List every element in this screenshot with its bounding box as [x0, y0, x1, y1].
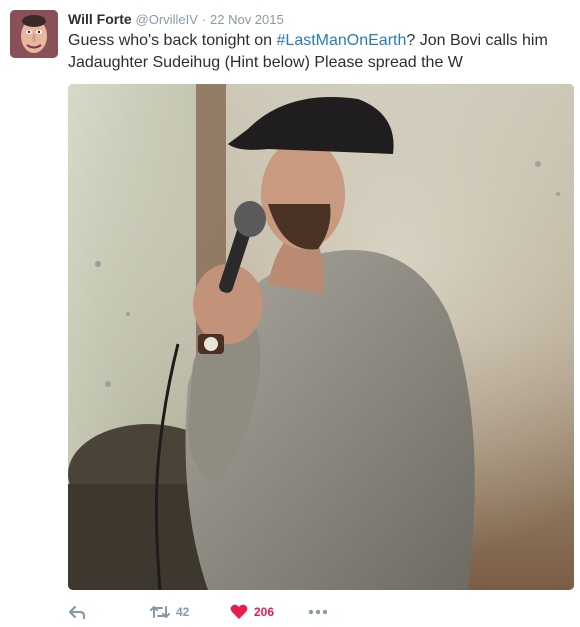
profile-avatar[interactable] [10, 10, 58, 58]
reply-icon [68, 605, 86, 620]
avatar-face-icon [10, 10, 58, 58]
like-count: 206 [254, 605, 275, 619]
like-button[interactable]: 206 [230, 600, 274, 624]
tweet-header: Will Forte @OrvilleIV · 22 Nov 2015 [68, 10, 284, 29]
retweet-button[interactable]: 42 [150, 600, 189, 624]
more-icon [308, 609, 328, 615]
retweet-count: 42 [176, 605, 190, 619]
hashtag-link[interactable]: #LastManOnEarth [277, 32, 407, 49]
photo-image [68, 84, 574, 590]
tweet-text-before: Guess who's back tonight on [68, 32, 277, 49]
retweet-icon [150, 606, 170, 618]
tweet-timestamp[interactable]: 22 Nov 2015 [210, 12, 284, 27]
author-handle[interactable]: @OrvilleIV [136, 12, 198, 27]
header-separator: · [201, 12, 207, 27]
reply-button[interactable] [68, 600, 86, 624]
more-button[interactable] [308, 600, 328, 624]
tweet-photo[interactable] [68, 84, 574, 590]
author-name[interactable]: Will Forte [68, 11, 132, 27]
tweet-text: Guess who's back tonight on #LastManOnEa… [68, 30, 568, 74]
tweet-card: Will Forte @OrvilleIV · 22 Nov 2015 Gues… [0, 0, 580, 627]
tweet-actions: 42 206 [68, 600, 568, 624]
heart-icon [230, 604, 248, 619]
